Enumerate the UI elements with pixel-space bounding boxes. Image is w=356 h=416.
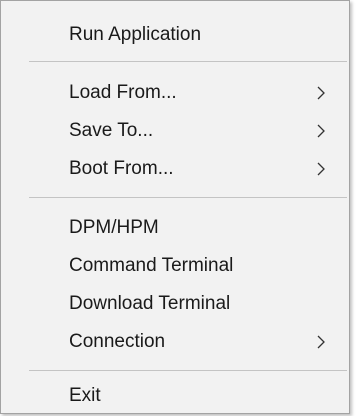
menu-item-exit[interactable]: Exit [1, 376, 349, 416]
menu-item-label: DPM/HPM [69, 217, 159, 238]
menu-item-label: Run Application [69, 24, 202, 45]
menu-item-connection[interactable]: Connection [1, 322, 349, 362]
chevron-right-icon [315, 124, 327, 138]
menu-item-label: Save To... [69, 120, 154, 141]
menu-item-boot-from[interactable]: Boot From... [1, 149, 349, 189]
menu-item-label: Connection [69, 331, 166, 352]
menu-item-label: Download Terminal [69, 293, 231, 314]
menu-item-download-terminal[interactable]: Download Terminal [1, 284, 349, 324]
menu-separator [29, 370, 347, 371]
chevron-right-icon [315, 162, 327, 176]
menu-item-command-terminal[interactable]: Command Terminal [1, 246, 349, 286]
menu-separator [29, 197, 347, 198]
menu-item-label: Command Terminal [69, 255, 234, 276]
menu-item-run-application[interactable]: Run Application [1, 15, 349, 55]
menu-item-label: Boot From... [69, 158, 174, 179]
menu-item-label: Exit [69, 385, 101, 406]
menu-separator [29, 61, 347, 62]
menu-item-load-from[interactable]: Load From... [1, 73, 349, 113]
menu-item-dpm-hpm[interactable]: DPM/HPM [1, 208, 349, 248]
context-menu: Run Application Load From... Save To... … [0, 0, 350, 414]
chevron-right-icon [315, 335, 327, 349]
menu-item-label: Load From... [69, 82, 177, 103]
menu-item-save-to[interactable]: Save To... [1, 111, 349, 151]
chevron-right-icon [315, 86, 327, 100]
